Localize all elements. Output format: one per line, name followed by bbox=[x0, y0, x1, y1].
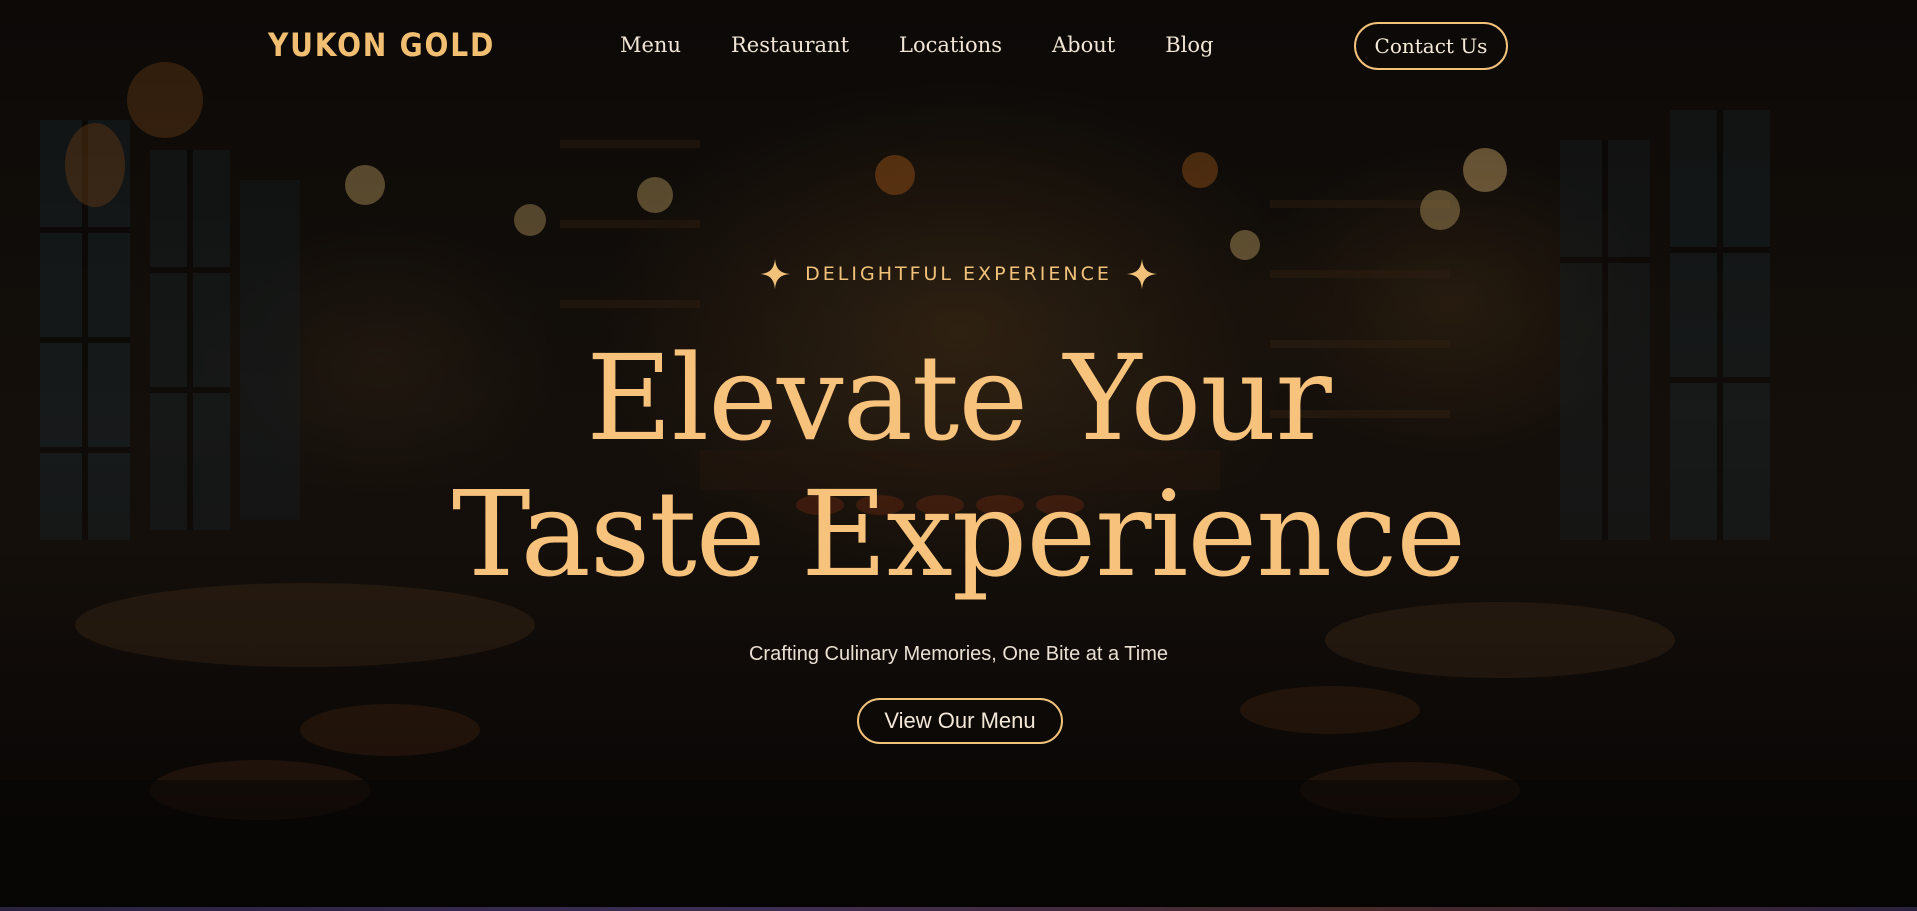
headline-line-1: Elevate Your bbox=[586, 329, 1332, 467]
contact-us-button[interactable]: Contact Us bbox=[1354, 22, 1508, 70]
headline-line-2: Taste Experience bbox=[451, 465, 1466, 603]
nav-link-restaurant[interactable]: Restaurant bbox=[731, 28, 849, 62]
eyebrow-text: DELIGHTFUL EXPERIENCE bbox=[805, 263, 1112, 285]
main-nav: Menu Restaurant Locations About Blog bbox=[620, 28, 1213, 62]
hero-headline: Elevate Your Taste Experience bbox=[0, 330, 1917, 602]
hero-subtitle: Crafting Culinary Memories, One Bite at … bbox=[748, 643, 1169, 665]
eyebrow: DELIGHTFUL EXPERIENCE bbox=[0, 258, 1917, 290]
sparkle-icon bbox=[1126, 259, 1157, 289]
nav-link-locations[interactable]: Locations bbox=[899, 28, 1002, 62]
nav-link-blog[interactable]: Blog bbox=[1165, 28, 1213, 62]
sparkle-icon bbox=[760, 259, 791, 289]
nav-link-menu[interactable]: Menu bbox=[620, 28, 681, 62]
logo[interactable]: YUKON GOLD bbox=[268, 24, 495, 66]
hero-section: YUKON GOLD Menu Restaurant Locations Abo… bbox=[0, 0, 1917, 911]
view-menu-button[interactable]: View Our Menu bbox=[857, 698, 1063, 744]
bottom-border bbox=[0, 907, 1917, 911]
nav-link-about[interactable]: About bbox=[1052, 28, 1115, 62]
